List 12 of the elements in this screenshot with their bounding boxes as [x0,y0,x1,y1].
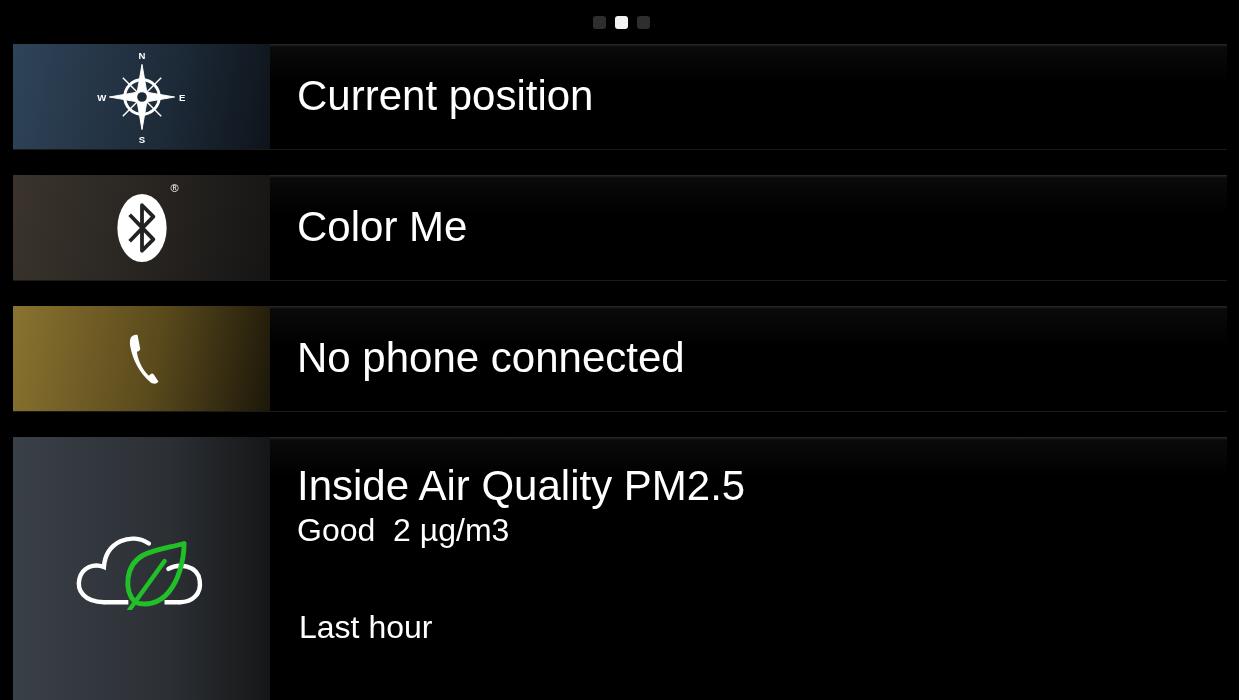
tile-card[interactable]: No phone connected [13,306,1227,412]
tile-title: No phone connected [297,333,685,384]
air-quality-reading: Good 2 µg/m3 [297,513,510,549]
tile-card[interactable]: ® Color Me [13,175,1227,281]
tile-card[interactable]: N E S W Current position [13,44,1227,150]
bluetooth-icon [114,191,169,264]
tile-title: Inside Air Quality PM2.5 [297,461,746,511]
tile-title: Current position [297,71,594,122]
period-label: Last hour [299,608,433,646]
registered-mark: ® [170,181,179,194]
tile-card[interactable]: Inside Air Quality PM2.5 Good 2 µg/m3 Last hour [13,437,1227,700]
tile-title: Color Me [297,202,468,253]
